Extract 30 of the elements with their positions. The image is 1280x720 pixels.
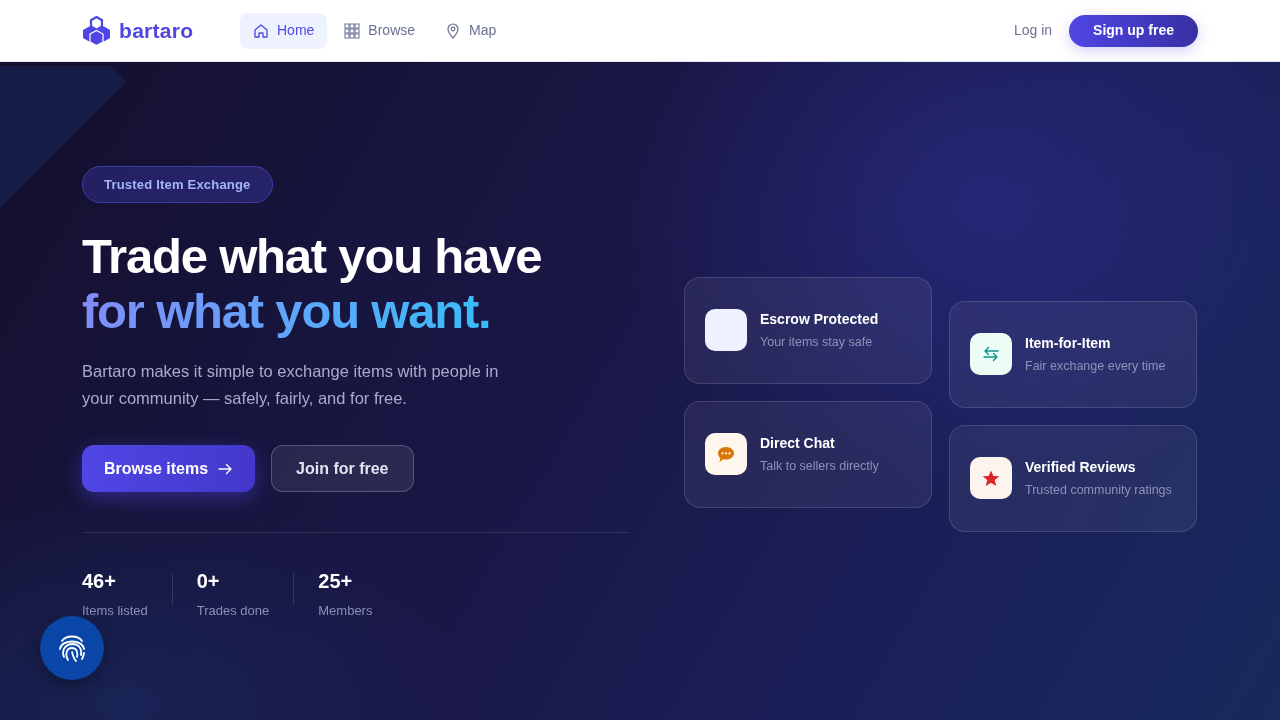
- nav-tab[interactable]: Home: [240, 12, 328, 49]
- brand-name[interactable]: bartaro: [119, 14, 194, 47]
- feature-subtitle: Trusted community ratings: [1025, 481, 1172, 499]
- arrow-right-icon: [218, 462, 234, 475]
- join-button[interactable]: Join for free: [271, 445, 414, 492]
- stat-label: Trades done: [196, 602, 270, 620]
- feature-title: Verified Reviews: [1025, 457, 1137, 477]
- hero-title: Trade what you have: [82, 229, 543, 284]
- stat-label: Members: [318, 602, 373, 620]
- feature-title: Direct Chat: [760, 433, 836, 453]
- stat-label: Items listed: [82, 602, 148, 620]
- nav-tab[interactable]: Map: [432, 12, 510, 49]
- feature-subtitle: Fair exchange every time: [1025, 357, 1166, 375]
- nav-tab[interactable]: Browse: [331, 12, 429, 49]
- feature-title: Item-for-Item: [1025, 333, 1112, 353]
- grid-icon: [344, 22, 361, 39]
- browse-items-button[interactable]: Browse items: [82, 445, 256, 492]
- house-icon: [253, 22, 269, 39]
- stat-value: 0+: [196, 569, 221, 593]
- feature-title: Escrow Protected: [760, 309, 879, 329]
- stat-value: 46+: [82, 569, 117, 593]
- hero-description: Bartaro makes it simple to exchange items with people in your community — safely, fairly, and for free.: [82, 361, 500, 409]
- stat-value: 25+: [318, 569, 354, 593]
- feature-subtitle: Talk to sellers directly: [760, 457, 879, 475]
- map-pin-icon: [445, 22, 462, 39]
- signup-button[interactable]: Sign up free: [1069, 14, 1198, 47]
- feature-subtitle: Your items stay safe: [760, 333, 874, 351]
- tagline-pill: Trusted Item Exchange: [82, 165, 273, 203]
- login-link[interactable]: Log in: [1013, 20, 1053, 41]
- cubes-logo-icon: [82, 15, 111, 46]
